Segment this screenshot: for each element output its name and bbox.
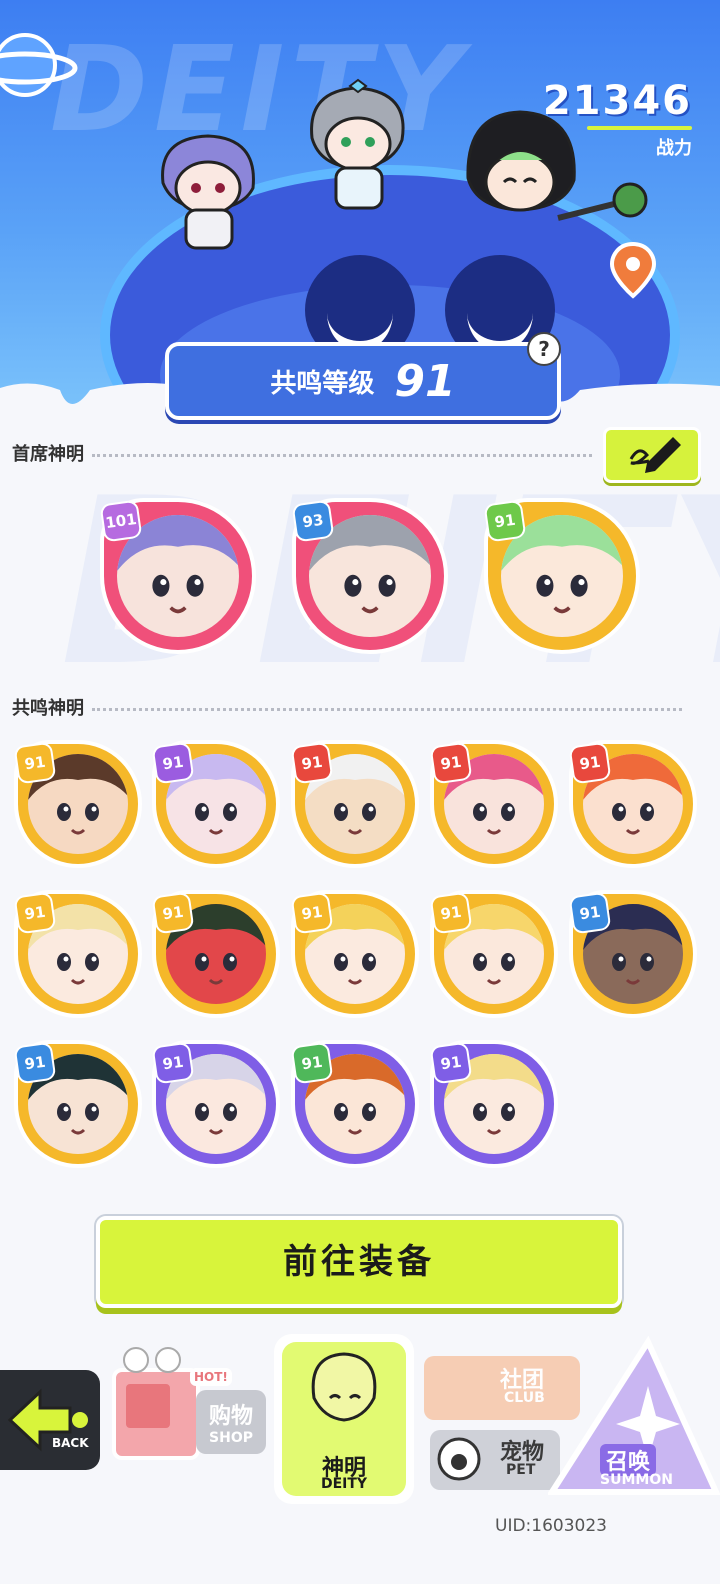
combat-power: 21346 战力 (543, 78, 692, 160)
resonance-deity-card[interactable]: 91 (151, 740, 280, 868)
vending-machine-icon (112, 1347, 200, 1460)
pet-label-en: PET (506, 1462, 536, 1478)
combat-power-label: 战力 (656, 138, 692, 159)
location-pin-icon (609, 241, 657, 299)
resonance-deity-card[interactable]: 91 (13, 740, 142, 868)
chief-deity-level-badge: 93 (291, 499, 335, 543)
resonance-deity-level-badge: 91 (290, 741, 334, 785)
resonance-deity-level-badge: 91 (568, 891, 612, 935)
resonance-deity-card[interactable]: 91 (13, 890, 142, 1018)
resonance-deity-card[interactable]: 91 (151, 890, 280, 1018)
back-button[interactable]: BACK (0, 1370, 100, 1470)
go-equip-button[interactable]: 前往装备 (96, 1216, 622, 1308)
shop-label-en: SHOP (209, 1430, 253, 1446)
resonance-deity-level-badge: 91 (13, 1041, 57, 1085)
resonance-deity-card[interactable]: 91 (290, 1040, 419, 1168)
chief-deity-card[interactable]: 91 (483, 498, 640, 654)
resonance-deity-card[interactable]: 91 (290, 890, 419, 1018)
planet-icon (0, 33, 78, 97)
shop-hot-badge: HOT! (190, 1368, 232, 1386)
shop-label-box: 购物 SHOP (196, 1390, 266, 1454)
pet-icon (437, 1437, 481, 1481)
combat-power-value: 21346 (542, 78, 692, 124)
nav-pet[interactable]: 宠物 PET (430, 1430, 560, 1490)
resonance-deity-level-badge: 91 (290, 1041, 334, 1085)
edit-button[interactable] (603, 427, 701, 483)
resonance-deity-card[interactable]: 91 (290, 740, 419, 868)
resonance-deity-level-badge: 91 (151, 891, 195, 935)
resonance-deity-card[interactable]: 91 (568, 890, 697, 1018)
resonance-level-value: 91 (394, 355, 456, 407)
back-label: BACK (52, 1436, 89, 1450)
dotted-divider (92, 454, 592, 457)
resonance-deity-level-badge: 91 (429, 891, 473, 935)
resonance-deity-level-badge: 91 (290, 891, 334, 935)
chief-deity-level-badge: 101 (99, 499, 143, 543)
resonance-deity-level-badge: 91 (429, 1041, 473, 1085)
chief-deity-card[interactable]: 101 (99, 498, 256, 654)
resonance-deity-level-badge: 91 (568, 741, 612, 785)
resonance-deity-level-badge: 91 (13, 891, 57, 935)
deity-label-en: DEITY (320, 1476, 368, 1492)
resonance-deity-card[interactable]: 91 (429, 890, 558, 1018)
chief-deity-title: 首席神明 (12, 444, 84, 465)
pencil-icon (629, 437, 681, 473)
resonance-deity-title: 共鸣神明 (12, 698, 84, 719)
chief-deity-level-badge: 91 (483, 499, 527, 543)
resonance-level-label: 共鸣等级 (270, 368, 375, 399)
dotted-divider (92, 708, 682, 711)
resonance-level-plate: 共鸣等级 91 (165, 342, 561, 420)
deity-mascot-icon (311, 1352, 377, 1422)
resonance-deity-level-badge: 91 (13, 741, 57, 785)
resonance-deity-card[interactable]: 91 (151, 1040, 280, 1168)
nav-summon[interactable]: 召唤 SUMMON (548, 1336, 720, 1498)
shop-label-cn: 购物 (208, 1404, 253, 1429)
user-id: UID:1603023 (495, 1516, 607, 1536)
resonance-deity-card[interactable]: 91 (429, 740, 558, 868)
chibi-deity-purple[interactable] (148, 128, 268, 258)
nav-deity[interactable]: 神明 DEITY (274, 1334, 414, 1504)
help-button[interactable]: ? (527, 332, 561, 366)
summon-label-en: SUMMON (600, 1472, 673, 1488)
resonance-deity-level-badge: 91 (151, 741, 195, 785)
resonance-deity-card[interactable]: 91 (429, 1040, 558, 1168)
resonance-deity-level-badge: 91 (429, 741, 473, 785)
nav-shop[interactable]: HOT! 购物 SHOP (102, 1336, 272, 1486)
chibi-deity-silver[interactable] (292, 78, 422, 218)
club-label-en: CLUB (504, 1390, 545, 1406)
resonance-deity-card[interactable]: 91 (13, 1040, 142, 1168)
combat-power-underline (587, 126, 692, 130)
resonance-deity-card[interactable]: 91 (568, 740, 697, 868)
back-arrow-icon (7, 1388, 88, 1452)
chief-deity-card[interactable]: 93 (291, 498, 448, 654)
resonance-deity-level-badge: 91 (151, 1041, 195, 1085)
